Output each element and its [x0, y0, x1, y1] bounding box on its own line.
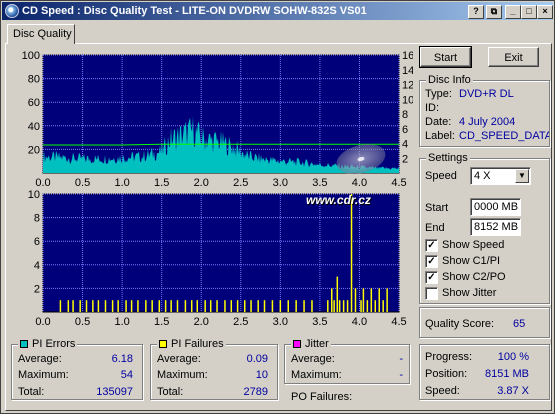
pi-failures-avg: 0.09 — [246, 353, 268, 365]
y-tick-label: 8 — [34, 213, 40, 225]
disc-label-value: CD_SPEED_DATA — [459, 130, 549, 142]
show-speed-label: Show Speed — [442, 239, 505, 251]
settings-title: Settings — [426, 152, 470, 164]
cd-app-icon — [5, 4, 19, 18]
show-c1-checkbox[interactable]: ✓ — [425, 255, 438, 268]
watermark: www.cdr.cz — [306, 139, 406, 221]
jitter-max: - — [399, 369, 403, 381]
pi-errors-max: 54 — [120, 369, 133, 381]
pi-failures-title: PI Failures — [157, 338, 226, 350]
y-tick-label: 10 — [28, 189, 40, 201]
chevron-down-icon[interactable]: ▼ — [515, 169, 529, 183]
show-c2-label: Show C2/PO — [442, 271, 506, 283]
y-tick-label: 80 — [28, 74, 40, 86]
y2-tick-label: 16 — [402, 50, 413, 62]
date-value: 4 July 2004 — [459, 116, 516, 128]
y2-tick-label: 10 — [402, 94, 413, 106]
y2-tick-label: 8 — [402, 109, 408, 121]
speed-select-value: 4 X — [474, 170, 491, 182]
x-tick-label: 3.0 — [273, 316, 288, 328]
y-tick-label: 60 — [28, 97, 40, 109]
x-tick-label: 4.0 — [352, 316, 367, 328]
pi-errors-total: 135097 — [96, 386, 133, 398]
y-tick-label: 20 — [28, 144, 40, 156]
y-tick-label: 100 — [22, 50, 40, 62]
title-bar: CD Speed : Disc Quality Test - LITE-ON D… — [2, 2, 553, 20]
x-tick-label: 2.0 — [194, 316, 209, 328]
progress-value: 100 % — [497, 351, 529, 363]
y-tick-label: 6 — [34, 236, 40, 248]
window-title: CD Speed : Disc Quality Test - LITE-ON D… — [22, 5, 367, 17]
show-c1-label: Show C1/PI — [442, 255, 501, 267]
pi-failures-total: 2789 — [243, 386, 268, 398]
app-window: CD Speed : Disc Quality Test - LITE-ON D… — [0, 0, 555, 414]
y-tick-label: 2 — [34, 283, 40, 295]
tab-disc-quality[interactable]: Disc Quality — [7, 24, 75, 44]
minimize-button[interactable]: _ — [505, 5, 521, 19]
quality-score-label: Quality Score: — [425, 318, 495, 330]
pi-failures-max-label: Maximum: — [157, 369, 208, 381]
exit-button[interactable]: Exit — [488, 47, 539, 67]
end-field[interactable]: 8152 MB — [470, 218, 521, 236]
x-tick-label: 1.0 — [114, 316, 129, 328]
y2-tick-label: 6 — [402, 124, 408, 136]
pi-failures-total-label: Total: — [157, 386, 184, 398]
x-tick-label: 0.5 — [75, 316, 90, 328]
speed-readout-label: Speed: — [425, 385, 460, 397]
position-value: 8151 MB — [484, 368, 529, 380]
x-tick-label: 3.5 — [312, 316, 327, 328]
pi-errors-avg: 6.18 — [111, 353, 133, 365]
jitter-max-label: Maximum: — [291, 369, 342, 381]
type-label: Type: — [425, 88, 452, 100]
pi-failures-avg-label: Average: — [157, 353, 201, 365]
date-label: Date: — [425, 116, 452, 128]
copy-icon[interactable]: ⧉ — [486, 5, 502, 19]
y2-tick-label: 12 — [402, 80, 413, 92]
y2-tick-label: 14 — [402, 65, 413, 77]
jitter-swatch — [293, 340, 301, 348]
progress-label: Progress: — [425, 351, 473, 363]
po-failures-label: PO Failures: — [291, 391, 353, 403]
show-jitter-label: Show Jitter — [442, 287, 497, 299]
start-button[interactable]: Start — [419, 46, 472, 68]
x-tick-label: 0.0 — [35, 316, 50, 328]
start-field[interactable]: 0000 MB — [470, 198, 521, 216]
y-tick-label: 4 — [34, 260, 40, 272]
pi-errors-max-label: Maximum: — [18, 369, 69, 381]
help-button[interactable]: ? — [468, 5, 484, 19]
pi-failures-swatch — [159, 340, 167, 348]
show-jitter-checkbox[interactable] — [425, 287, 438, 300]
speed-select[interactable]: 4 X ▼ — [470, 167, 531, 185]
x-tick-label: 1.5 — [154, 316, 169, 328]
x-tick-label: 4.5 — [391, 316, 406, 328]
pi-failures-max: 10 — [255, 369, 268, 381]
quality-score-value: 65 — [513, 318, 526, 330]
start-label: Start — [425, 202, 449, 214]
id-label: ID: — [425, 102, 440, 114]
speed-label: Speed — [425, 170, 457, 182]
jitter-avg-label: Average: — [291, 353, 335, 365]
disc-label-label: Label: — [425, 130, 455, 142]
position-label: Position: — [425, 368, 468, 380]
jitter-avg: - — [399, 353, 403, 365]
show-c2-checkbox[interactable]: ✓ — [425, 271, 438, 284]
pi-errors-swatch — [20, 340, 28, 348]
show-speed-checkbox[interactable]: ✓ — [425, 239, 438, 252]
disc-logo-icon — [333, 139, 389, 179]
pi-errors-total-label: Total: — [18, 386, 45, 398]
end-label: End — [425, 222, 445, 234]
type-value: DVD+R DL — [459, 88, 514, 100]
x-tick-label: 2.5 — [233, 316, 248, 328]
watermark-text: www.cdr.cz — [306, 193, 371, 207]
disc-info-title: Disc Info — [426, 74, 473, 86]
pi-errors-avg-label: Average: — [18, 353, 62, 365]
y-tick-label: 40 — [28, 121, 40, 133]
maximize-button[interactable]: □ — [521, 5, 537, 19]
speed-readout-value: 3.87 X — [497, 385, 529, 397]
close-button[interactable]: × — [537, 5, 553, 19]
